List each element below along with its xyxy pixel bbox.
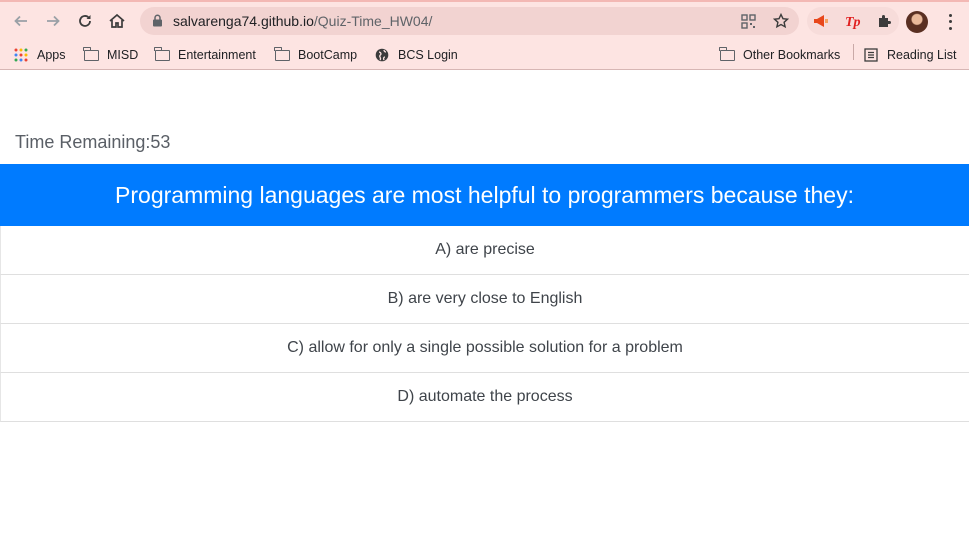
bookmark-bootcamp[interactable]: BootCamp — [274, 45, 357, 65]
puzzle-extension-icon[interactable] — [874, 11, 894, 31]
bookmark-label: BootCamp — [298, 48, 358, 62]
browser-menu-icon[interactable] — [944, 12, 956, 32]
bookmark-star-icon[interactable] — [771, 11, 791, 31]
bookmark-label: Reading List — [887, 48, 957, 62]
forward-button[interactable] — [42, 10, 64, 32]
bookmark-label: BCS Login — [398, 48, 458, 62]
answer-option-d[interactable]: D) automate the process — [0, 373, 969, 422]
folder-icon — [719, 46, 735, 62]
reading-list-icon — [863, 48, 879, 62]
time-remaining: Time Remaining:53 — [15, 132, 171, 152]
bookmark-entertainment[interactable]: Entertainment — [154, 45, 256, 65]
home-button[interactable] — [106, 10, 128, 32]
bookmark-label: MISD — [107, 48, 139, 62]
bookmark-misd[interactable]: MISD — [83, 45, 138, 65]
answer-option-a[interactable]: A) are precise — [0, 226, 969, 275]
url-text: salvarenga74.github.io/Quiz-Time_HW04/ — [173, 13, 433, 29]
bookmark-other-bookmarks[interactable]: Other Bookmarks — [719, 45, 840, 65]
reading-list-button[interactable]: Reading List — [863, 45, 957, 65]
browser-toolbar: salvarenga74.github.io/Quiz-Time_HW04/ T… — [0, 0, 969, 40]
question-banner: Programming languages are most helpful t… — [0, 164, 969, 226]
back-button[interactable] — [10, 10, 32, 32]
globe-icon — [374, 48, 390, 62]
megaphone-extension-icon[interactable] — [811, 11, 831, 31]
bookmark-label: Entertainment — [178, 48, 256, 62]
answer-list: A) are precise B) are very close to Engl… — [0, 226, 969, 422]
reload-button[interactable] — [74, 10, 96, 32]
profile-avatar[interactable] — [906, 11, 928, 33]
arrow-right-icon — [47, 15, 60, 27]
answer-option-b[interactable]: B) are very close to English — [0, 275, 969, 324]
bookmark-bcs-login[interactable]: BCS Login — [374, 45, 458, 65]
bookmarks-bar: Apps MISD Entertainment BootCamp BCS Log… — [0, 40, 969, 70]
folder-icon — [83, 46, 99, 62]
bookmark-apps[interactable]: Apps — [13, 45, 66, 65]
tp-extension-icon[interactable]: Tp — [843, 11, 863, 31]
reload-icon — [79, 15, 91, 27]
answer-option-c[interactable]: C) allow for only a single possible solu… — [0, 324, 969, 373]
folder-icon — [154, 46, 170, 62]
arrow-left-icon — [14, 15, 27, 27]
qr-code-icon[interactable] — [738, 11, 758, 31]
bookmark-label: Apps — [37, 48, 66, 62]
extensions-group: Tp — [807, 7, 899, 35]
lock-icon — [152, 14, 163, 32]
bookmark-label: Other Bookmarks — [743, 48, 841, 62]
apps-grid-icon — [13, 48, 29, 62]
bookmarks-divider — [853, 44, 854, 60]
svg-text:Tp: Tp — [845, 15, 861, 29]
home-icon — [109, 13, 125, 28]
folder-icon — [274, 46, 290, 62]
address-bar[interactable]: salvarenga74.github.io/Quiz-Time_HW04/ — [140, 7, 799, 35]
